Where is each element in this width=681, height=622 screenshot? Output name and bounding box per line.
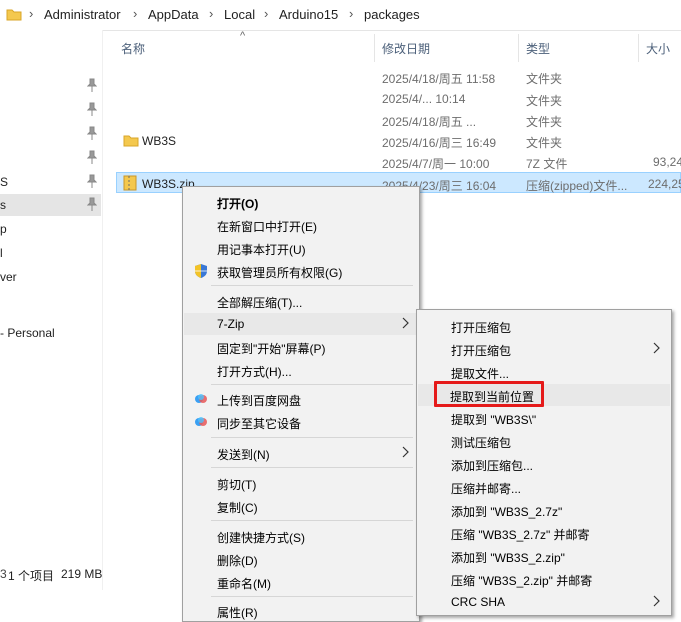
- nav-item[interactable]: [0, 99, 101, 121]
- file-row-wb3s[interactable]: WB3S 2025/4/16/周三 16:49 文件夹: [116, 130, 681, 151]
- menu-item-extract-all[interactable]: 全部解压缩(T)...: [183, 290, 419, 312]
- pin-icon[interactable]: [87, 126, 97, 140]
- menu-item-send-to[interactable]: 发送到(N): [183, 442, 419, 464]
- submenu-item-test-archive[interactable]: 测试压缩包: [417, 430, 671, 452]
- chevron-right-icon: [402, 317, 409, 329]
- menu-item-copy[interactable]: 复制(C): [183, 495, 419, 517]
- chevron-right-icon[interactable]: ›: [29, 6, 33, 21]
- chevron-right-icon: [653, 342, 660, 354]
- menu-item-7zip[interactable]: 7-Zip: [184, 313, 418, 335]
- submenu-item-crc-sha[interactable]: CRC SHA: [417, 591, 671, 613]
- column-separator: [374, 34, 375, 62]
- nav-item-p[interactable]: p: [0, 218, 101, 240]
- menu-item-upload-baidu[interactable]: 上传到百度网盘: [183, 388, 419, 410]
- menu-separator: [211, 596, 413, 597]
- chevron-right-icon[interactable]: ›: [264, 6, 268, 21]
- file-row[interactable]: 2025/4/18/周五 11:58 文件夹: [116, 66, 681, 87]
- nav-item[interactable]: [0, 147, 101, 169]
- chevron-right-icon: [402, 446, 409, 458]
- pin-icon[interactable]: [87, 102, 97, 116]
- pin-icon[interactable]: [87, 150, 97, 164]
- submenu-item-extract-to-folder[interactable]: 提取到 "WB3S\": [417, 407, 671, 429]
- baidu-netdisk-icon: [195, 394, 207, 403]
- breadcrumb-item-appdata[interactable]: AppData: [148, 7, 199, 22]
- nav-item-selected[interactable]: s: [0, 194, 101, 216]
- menu-item-open-new-window[interactable]: 在新窗口中打开(E): [183, 214, 419, 236]
- submenu-item-add-7z[interactable]: 添加到 "WB3S_2.7z": [417, 499, 671, 521]
- column-header-modified[interactable]: 修改日期: [382, 40, 430, 57]
- navigation-pane: S s p l ver - Personal: [0, 30, 103, 590]
- menu-separator: [211, 384, 413, 385]
- submenu-item-compress-email[interactable]: 压缩并邮寄...: [417, 476, 671, 498]
- column-separator: [518, 34, 519, 62]
- menu-separator: [211, 437, 413, 438]
- menu-item-open-with[interactable]: 打开方式(H)...: [183, 359, 419, 381]
- pin-icon[interactable]: [87, 197, 97, 211]
- file-row[interactable]: 2025/4/... 10:14 文件夹: [116, 88, 681, 109]
- breadcrumb-item-arduino15[interactable]: Arduino15: [279, 7, 338, 22]
- submenu-item-extract-files[interactable]: 提取文件...: [417, 361, 671, 383]
- submenu-item-compress-zip-email[interactable]: 压缩 "WB3S_2.zip" 并邮寄: [417, 568, 671, 590]
- sort-up-icon: ^: [240, 30, 246, 42]
- submenu-item-open-archive-sub[interactable]: 打开压缩包: [417, 338, 671, 360]
- menu-separator: [211, 285, 413, 286]
- breadcrumb-item-administrator[interactable]: Administrator: [44, 7, 121, 22]
- annotation-highlight-box: [434, 381, 544, 407]
- breadcrumb: › Administrator › AppData › Local › Ardu…: [0, 0, 681, 31]
- file-row[interactable]: 2025/4/18/周五 ... 文件夹: [116, 109, 681, 130]
- menu-item-cut[interactable]: 剪切(T): [183, 472, 419, 494]
- submenu-item-open-archive[interactable]: 打开压缩包: [417, 315, 671, 337]
- pin-icon[interactable]: [87, 78, 97, 92]
- chevron-right-icon: [653, 595, 660, 607]
- nav-item-s[interactable]: S: [0, 171, 101, 193]
- menu-item-properties[interactable]: 属性(R): [183, 600, 419, 622]
- menu-item-rename[interactable]: 重命名(M): [183, 571, 419, 593]
- context-menu: 打开(O) 在新窗口中打开(E) 用记事本打开(U) 获取管理员所有权限(G) …: [182, 186, 420, 622]
- file-row[interactable]: 2025/4/7/周一 10:00 7Z 文件 93,24: [116, 151, 681, 172]
- column-header-type[interactable]: 类型: [526, 40, 550, 57]
- menu-separator: [211, 520, 413, 521]
- chevron-right-icon[interactable]: ›: [209, 6, 213, 21]
- uac-shield-icon: [195, 264, 207, 278]
- menu-item-delete[interactable]: 删除(D): [183, 548, 419, 570]
- nav-item-l[interactable]: l: [0, 242, 101, 264]
- nav-item-ver[interactable]: ver: [0, 266, 101, 288]
- baidu-netdisk-icon: [195, 417, 207, 426]
- column-separator: [638, 34, 639, 62]
- status-bar: 3 1 个项目 219 MB: [0, 567, 103, 583]
- chevron-right-icon[interactable]: ›: [133, 6, 137, 21]
- item-count: 1 个项目: [8, 569, 55, 583]
- zip-folder-icon: [123, 175, 137, 191]
- breadcrumb-item-packages[interactable]: packages: [364, 7, 420, 22]
- nav-item[interactable]: [0, 123, 101, 145]
- menu-item-open[interactable]: 打开(O): [183, 191, 419, 213]
- breadcrumb-item-local[interactable]: Local: [224, 7, 255, 22]
- submenu-item-add-to-archive[interactable]: 添加到压缩包...: [417, 453, 671, 475]
- folder-icon: [6, 9, 22, 21]
- submenu-item-add-zip[interactable]: 添加到 "WB3S_2.zip": [417, 545, 671, 567]
- chevron-right-icon[interactable]: ›: [349, 6, 353, 21]
- menu-item-pin-start[interactable]: 固定到"开始"屏幕(P): [183, 336, 419, 358]
- nav-item[interactable]: [0, 75, 101, 97]
- submenu-7zip: 打开压缩包 打开压缩包 提取文件... 提取到当前位置 提取到 "WB3S\" …: [416, 309, 672, 616]
- menu-item-create-shortcut[interactable]: 创建快捷方式(S): [183, 525, 419, 547]
- submenu-item-compress-7z-email[interactable]: 压缩 "WB3S_2.7z" 并邮寄: [417, 522, 671, 544]
- folder-icon: [123, 135, 139, 147]
- selected-size: 219 MB: [61, 567, 103, 581]
- column-header-size[interactable]: 大小: [646, 40, 670, 57]
- menu-item-sync-devices[interactable]: 同步至其它设备: [183, 411, 419, 433]
- nav-item-personal[interactable]: - Personal: [0, 322, 101, 344]
- menu-item-take-ownership[interactable]: 获取管理员所有权限(G): [183, 260, 419, 282]
- menu-item-open-notepad[interactable]: 用记事本打开(U): [183, 237, 419, 259]
- column-header-name[interactable]: 名称: [121, 40, 145, 57]
- pin-icon[interactable]: [87, 174, 97, 188]
- menu-separator: [211, 467, 413, 468]
